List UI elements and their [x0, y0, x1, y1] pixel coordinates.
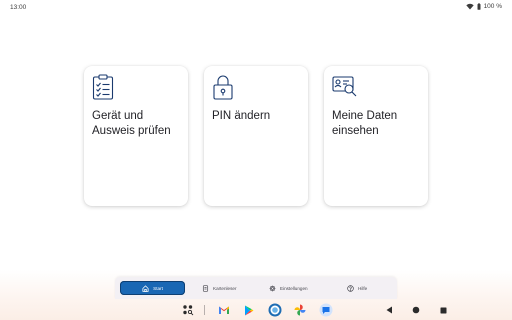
help-icon	[347, 284, 354, 292]
home-circle-icon[interactable]	[409, 303, 423, 317]
app-drawer-icon[interactable]	[181, 303, 195, 317]
back-icon[interactable]	[382, 303, 396, 317]
ausweisapp-icon[interactable]	[268, 303, 282, 317]
lock-icon	[213, 75, 233, 100]
tab-settings[interactable]: Einstellungen	[269, 281, 308, 295]
card-title: Meine Daten einsehen	[332, 110, 398, 137]
card-title: Gerät und Ausweis prüfen	[92, 110, 171, 137]
bottom-tab-bar: Start Kartenleser Einstellungen Hilfe	[115, 277, 397, 299]
battery-percent: 100 %	[483, 3, 502, 10]
play-store-icon[interactable]	[242, 303, 256, 317]
wifi-icon	[465, 3, 474, 10]
tab-card-reader[interactable]: Kartenleser	[202, 281, 237, 295]
card-view-my-data[interactable]: Meine Daten einsehen	[324, 66, 428, 206]
tab-start[interactable]: Start	[120, 281, 185, 295]
gear-icon	[269, 285, 276, 291]
messages-icon[interactable]	[319, 303, 333, 317]
checklist-icon	[92, 74, 114, 100]
tab-label: Hilfe	[358, 285, 368, 291]
battery-icon	[477, 3, 481, 10]
card-change-pin[interactable]: PIN ändern	[204, 66, 308, 206]
gmail-icon[interactable]	[217, 303, 231, 317]
tab-label: Einstellungen	[280, 285, 308, 291]
dock-separator	[204, 305, 205, 315]
tab-label: Start	[153, 285, 163, 291]
status-time: 13:00	[10, 4, 27, 11]
tab-label: Kartenleser	[213, 285, 237, 291]
tab-help[interactable]: Hilfe	[347, 281, 367, 295]
recents-icon[interactable]	[436, 303, 450, 317]
card-title: PIN ändern	[212, 110, 271, 122]
card-check-device-id[interactable]: Gerät und Ausweis prüfen	[84, 66, 188, 206]
card-reader-icon	[202, 284, 209, 292]
system-nav-bar	[0, 300, 512, 320]
status-icons: 100 %	[465, 3, 502, 10]
photos-icon[interactable]	[293, 303, 307, 317]
home-icon	[142, 284, 149, 292]
status-bar: 13:00 100 %	[0, 0, 512, 14]
id-card-search-icon	[332, 76, 357, 97]
